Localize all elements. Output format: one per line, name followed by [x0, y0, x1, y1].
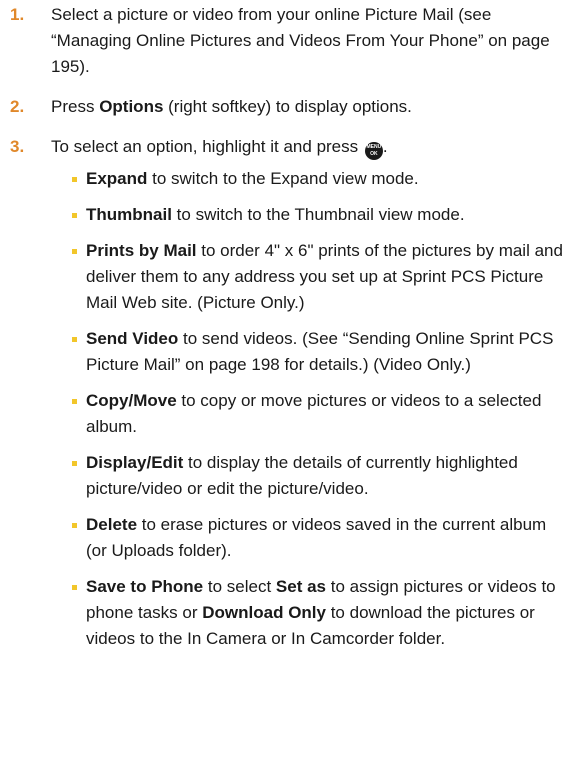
option-prints-by-mail: Prints by Mail to order 4" x 6" prints o… — [51, 238, 564, 316]
step-2: 2. Press Options (right softkey) to disp… — [0, 94, 564, 120]
step-3: 3. To select an option, highlight it and… — [0, 134, 564, 652]
instruction-steps: 1. Select a picture or video from your o… — [0, 2, 564, 652]
bullet-icon — [72, 461, 77, 466]
option-list: Expand to switch to the Expand view mode… — [51, 166, 564, 652]
step-text-pre: To select an option, highlight it and pr… — [51, 137, 363, 156]
ok-key-label: OK — [370, 151, 378, 157]
option-name: Delete — [86, 515, 138, 534]
option-delete: Delete to erase pictures or videos saved… — [51, 512, 564, 564]
bullet-icon — [72, 213, 77, 218]
option-expand: Expand to switch to the Expand view mode… — [51, 166, 564, 192]
download-only-label: Download Only — [202, 603, 326, 622]
options-softkey-label: Options — [99, 97, 164, 116]
manual-page: 1. Select a picture or video from your o… — [0, 0, 580, 758]
option-display-edit: Display/Edit to display the details of c… — [51, 450, 564, 502]
set-as-label: Set as — [275, 577, 326, 596]
step-1: 1. Select a picture or video from your o… — [0, 2, 564, 80]
bullet-icon — [72, 523, 77, 528]
bullet-icon — [72, 399, 77, 404]
option-name: Display/Edit — [86, 453, 184, 472]
step-text: Select a picture or video from your onli… — [51, 5, 550, 76]
option-name: Copy/Move — [86, 391, 177, 410]
option-copy-move: Copy/Move to copy or move pictures or vi… — [51, 388, 564, 440]
option-name: Prints by Mail — [86, 241, 197, 260]
option-thumbnail: Thumbnail to switch to the Thumbnail vie… — [51, 202, 564, 228]
option-name: Thumbnail — [86, 205, 172, 224]
bullet-icon — [72, 337, 77, 342]
step-number: 1. — [10, 5, 25, 24]
option-send-video: Send Video to send videos. (See “Sending… — [51, 326, 564, 378]
option-name: Save to Phone — [86, 577, 204, 596]
option-name: Send Video — [86, 329, 179, 348]
option-name: Expand — [86, 169, 148, 188]
step-text-pre: Press — [51, 97, 100, 116]
step-number: 2. — [10, 97, 25, 116]
bullet-icon — [72, 177, 77, 182]
option-save-to-phone: Save to Phone to select Set as to assign… — [51, 574, 564, 652]
bullet-icon — [72, 249, 77, 254]
step-text-post: (right softkey) to display options. — [163, 97, 412, 116]
bullet-icon — [72, 585, 77, 590]
menu-key-label: MENU — [366, 144, 382, 150]
option-description: to switch to the Thumbnail view mode. — [171, 205, 465, 224]
step-text-post: . — [382, 137, 388, 156]
step-number: 3. — [10, 137, 25, 156]
option-description: to select — [203, 577, 276, 596]
option-description: to switch to the Expand view mode. — [147, 169, 419, 188]
option-description: to erase pictures or videos saved in the… — [86, 515, 547, 560]
menu-ok-key-icon: MENU OK — [364, 142, 383, 160]
